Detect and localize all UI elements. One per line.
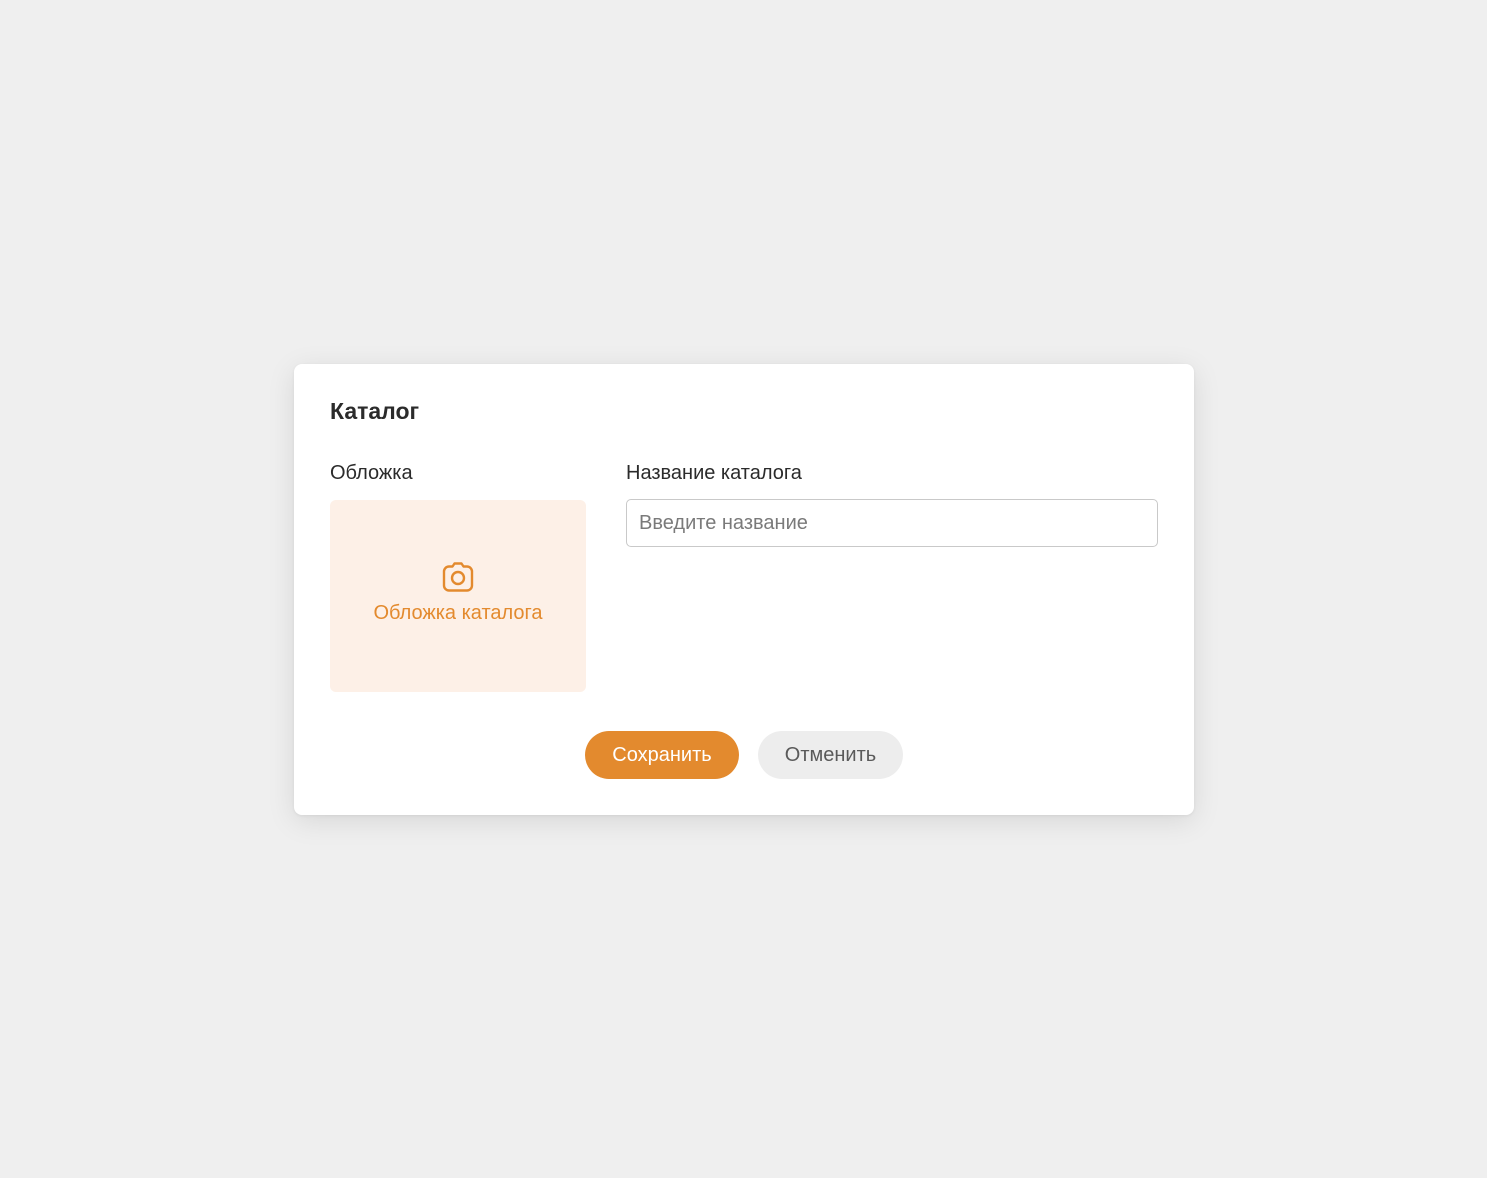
camera-icon bbox=[442, 562, 474, 592]
cover-label: Обложка bbox=[330, 462, 413, 484]
dialog-title: Каталог bbox=[330, 398, 420, 424]
catalog-name-input[interactable] bbox=[626, 499, 1158, 547]
cover-upload-area[interactable]: Обложка каталога bbox=[330, 500, 586, 692]
catalog-name-label: Название каталога bbox=[626, 462, 802, 484]
cancel-button[interactable]: Отменить bbox=[758, 731, 903, 779]
cover-upload-text: Обложка каталога bbox=[373, 602, 543, 624]
save-button[interactable]: Сохранить bbox=[585, 731, 739, 779]
catalog-dialog: Каталог Обложка Обложка каталога Названи… bbox=[294, 364, 1194, 815]
